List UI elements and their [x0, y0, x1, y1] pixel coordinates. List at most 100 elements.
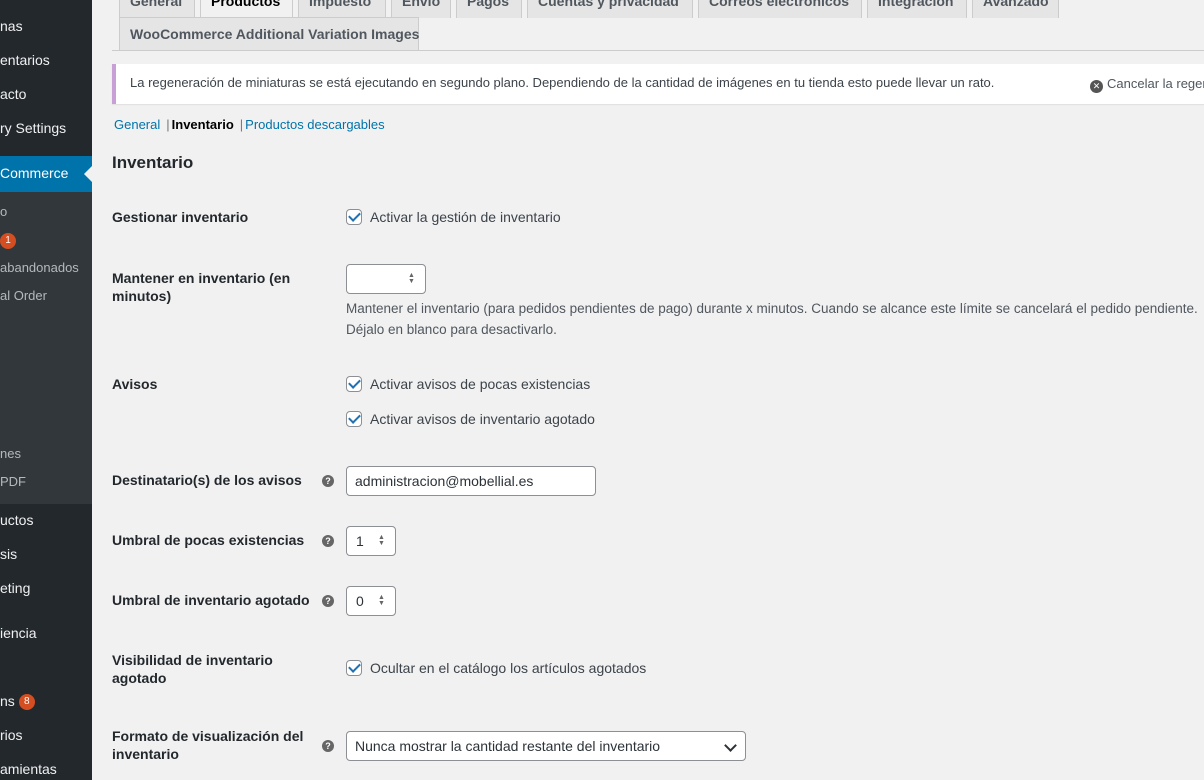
- sidebar-item-usuarios[interactable]: rios: [0, 727, 92, 743]
- sidebar-item-label: al Order: [0, 288, 47, 303]
- sidebar-item-label: acto: [0, 86, 27, 102]
- visibilidad-checkbox[interactable]: [346, 660, 362, 676]
- gestionar-label: Gestionar inventario: [112, 209, 249, 225]
- tab-label: Pagos: [467, 0, 510, 9]
- cancel-regeneration-link[interactable]: ✕ Cancelar la regeneración: [1090, 76, 1204, 93]
- subnav-general-link[interactable]: General: [114, 117, 160, 132]
- sidebar-item-label: PDF: [0, 474, 26, 489]
- avisos-pocas-checkbox[interactable]: [346, 376, 362, 392]
- tab-label: Productos: [211, 0, 281, 9]
- sidebar-item-marketing[interactable]: eting: [0, 580, 92, 596]
- umbral-agotado-label: Umbral de inventario agotado: [112, 592, 310, 608]
- sidebar-sub-inicio[interactable]: o: [0, 204, 92, 219]
- tab-label: Cuentas y privacidad: [538, 0, 679, 9]
- tab-integracion[interactable]: Integración: [867, 0, 967, 18]
- mantener-label: Mantener en inventario (en minutos): [112, 270, 291, 304]
- sidebar-sub-abandonados[interactable]: abandonados: [0, 260, 92, 275]
- umbral-pocas-input[interactable]: 1 ▲ ▼: [346, 526, 396, 556]
- destinatario-label: Destinatario(s) de los avisos: [112, 472, 302, 488]
- sidebar-item-apariencia[interactable]: iencia: [0, 625, 92, 641]
- help-icon[interactable]: ?: [322, 595, 334, 607]
- tab-envio[interactable]: Envío: [391, 0, 451, 18]
- chevron-down-icon: [724, 739, 737, 752]
- visibilidad-label: Visibilidad de inventario agotado: [112, 652, 273, 686]
- tab-label: General: [130, 0, 183, 9]
- sidebar-item-label: Commerce: [0, 165, 69, 181]
- sidebar-item-label: uctos: [0, 512, 34, 528]
- formato-selected-value: Nunca mostrar la cantidad restante del i…: [355, 738, 661, 754]
- subnav-current: Inventario: [171, 117, 234, 132]
- tab-correos[interactable]: Correos electrónicos: [698, 0, 862, 18]
- sidebar-sub-extensiones[interactable]: nes: [0, 446, 92, 461]
- sidebar-item-label: rios: [0, 727, 23, 743]
- gestionar-checkbox-label[interactable]: Activar la gestión de inventario: [370, 209, 561, 225]
- sidebar-item-label: sis: [0, 546, 18, 562]
- umbral-agotado-input[interactable]: 0 ▲ ▼: [346, 586, 396, 616]
- tab-pagos[interactable]: Pagos: [456, 0, 522, 18]
- tab-label: WooCommerce Additional Variation Images: [130, 26, 420, 42]
- sidebar-item-plugins[interactable]: ns 8: [0, 693, 92, 711]
- sidebar-item-label: eting: [0, 580, 31, 596]
- destinatario-input[interactable]: administracion@mobellial.es: [346, 466, 596, 496]
- mantener-description: Mantener el inventario (para pedidos pen…: [346, 301, 1198, 337]
- sidebar-item-herramientas[interactable]: amientas: [0, 761, 92, 777]
- help-icon[interactable]: ?: [322, 535, 334, 547]
- umbral-pocas-value: 1: [356, 533, 364, 549]
- visibilidad-checkbox-label[interactable]: Ocultar en el catálogo los artículos ago…: [370, 660, 646, 676]
- tab-productos[interactable]: Productos: [200, 0, 293, 18]
- tab-impuesto[interactable]: Impuesto: [298, 0, 386, 18]
- sidebar-item-label: nas: [0, 18, 23, 34]
- tab-general[interactable]: General: [119, 0, 195, 18]
- tab-cuentas[interactable]: Cuentas y privacidad: [527, 0, 693, 18]
- admin-sidebar: nas entarios acto ry Settings Commerce o…: [0, 0, 92, 780]
- mantener-input[interactable]: ▲ ▼: [346, 264, 426, 294]
- sidebar-item-label: o: [0, 204, 8, 219]
- sidebar-sub-pedidos[interactable]: 1: [0, 232, 92, 249]
- sidebar-item-analisis[interactable]: sis: [0, 546, 92, 562]
- section-subnav: General | Inventario | Productos descargable…: [114, 117, 385, 132]
- sidebar-sub-order[interactable]: al Order: [0, 288, 92, 303]
- sidebar-item-productos[interactable]: uctos: [0, 512, 92, 528]
- sidebar-item-contacto[interactable]: acto: [0, 86, 92, 102]
- notice-text: La regeneración de miniaturas se está ej…: [130, 75, 995, 90]
- avisos-pocas-label[interactable]: Activar avisos de pocas existencias: [370, 376, 590, 392]
- sidebar-item-gallery-settings[interactable]: ry Settings: [0, 120, 92, 136]
- page-title: Inventario: [112, 153, 194, 172]
- close-icon: ✕: [1090, 80, 1103, 93]
- tab-label: Integración: [878, 0, 954, 9]
- avisos-label: Avisos: [112, 376, 158, 392]
- sidebar-item-label: amientas: [0, 761, 57, 777]
- cancel-label: Cancelar la regeneración: [1107, 76, 1204, 91]
- regeneration-notice: La regeneración de miniaturas se está ej…: [112, 64, 1204, 104]
- sidebar-item-label: iencia: [0, 625, 37, 641]
- subnav-descargables-link[interactable]: Productos descargables: [245, 117, 384, 132]
- sidebar-item-label: ns: [0, 693, 15, 709]
- umbral-pocas-label: Umbral de pocas existencias: [112, 532, 305, 548]
- gestionar-checkbox[interactable]: [346, 209, 362, 225]
- sidebar-item-woocommerce[interactable]: Commerce: [0, 165, 92, 181]
- sidebar-sub-pdf[interactable]: PDF: [0, 474, 92, 489]
- count-badge: 8: [18, 694, 35, 711]
- formato-select[interactable]: Nunca mostrar la cantidad restante del i…: [346, 731, 746, 761]
- sidebar-item-paginas[interactable]: nas: [0, 18, 92, 34]
- tab-avanzado[interactable]: Avanzado: [972, 0, 1059, 18]
- avisos-agotado-label[interactable]: Activar avisos de inventario agotado: [370, 411, 595, 427]
- subnav-separator: |: [166, 117, 170, 132]
- tab-variation-images[interactable]: WooCommerce Additional Variation Images: [119, 17, 419, 51]
- subnav-separator: |: [239, 117, 244, 132]
- sidebar-item-comentarios[interactable]: entarios: [0, 52, 92, 68]
- tab-label: Avanzado: [983, 0, 1049, 9]
- tab-label: Envío: [402, 0, 441, 9]
- stepper-icon[interactable]: ▲ ▼: [408, 272, 415, 285]
- avisos-agotado-checkbox[interactable]: [346, 411, 362, 427]
- stepper-icon[interactable]: ▲ ▼: [378, 534, 385, 547]
- help-icon[interactable]: ?: [322, 740, 334, 752]
- tab-label: Correos electrónicos: [709, 0, 850, 9]
- help-icon[interactable]: ?: [322, 475, 334, 487]
- umbral-agotado-value: 0: [356, 593, 364, 609]
- tab-divider: [112, 50, 1204, 51]
- formato-label: Formato de visualización del inventario: [112, 728, 304, 762]
- stepper-icon[interactable]: ▲ ▼: [378, 594, 385, 607]
- tab-label: Impuesto: [309, 0, 372, 9]
- sidebar-item-label: ry Settings: [0, 120, 67, 136]
